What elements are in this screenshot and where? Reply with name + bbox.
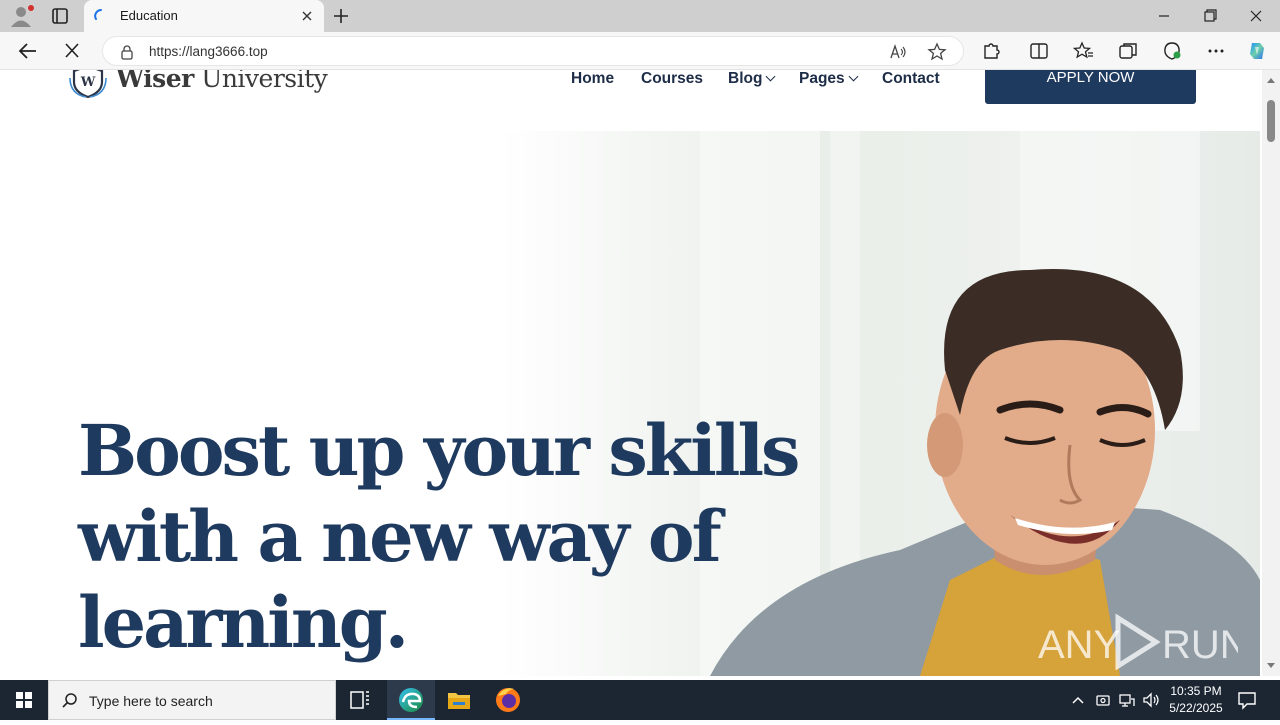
back-icon[interactable] <box>16 40 40 62</box>
browser-essentials-icon[interactable] <box>1160 40 1184 62</box>
anyrun-watermark: ANY RUN <box>1038 613 1238 670</box>
watermark-left-text: ANY <box>1038 623 1120 667</box>
browser-toolbar: https://lang3666.top <box>0 32 1280 70</box>
scroll-thumb[interactable] <box>1267 100 1275 142</box>
restore-icon[interactable] <box>1190 4 1230 28</box>
scroll-down-icon[interactable] <box>1267 663 1275 668</box>
page-viewport[interactable]: W Wiser University Home Courses Blog Pag… <box>0 70 1280 676</box>
headline-line: with a new way of <box>78 495 722 578</box>
clock-date: 5/22/2025 <box>1169 701 1223 715</box>
read-aloud-icon[interactable] <box>889 43 907 61</box>
copilot-icon[interactable] <box>1245 40 1269 62</box>
stop-loading-icon[interactable] <box>60 40 84 62</box>
nav-blog[interactable]: Blog <box>728 70 776 90</box>
profile-icon[interactable] <box>8 4 36 28</box>
chevron-down-icon <box>848 71 859 82</box>
network-icon[interactable] <box>1117 690 1137 710</box>
show-hidden-icons-icon[interactable] <box>1068 690 1088 710</box>
windows-start-icon[interactable] <box>0 680 48 720</box>
hero-headline: Boost up your skills with a new way of l… <box>78 408 800 666</box>
split-screen-icon[interactable] <box>1027 40 1051 62</box>
system-clock[interactable]: 10:35 PM 5/22/2025 <box>1160 683 1232 717</box>
collections-icon[interactable] <box>1116 40 1140 62</box>
edge-icon <box>399 688 423 712</box>
new-tab-icon[interactable] <box>330 5 352 27</box>
firefox-icon[interactable] <box>484 680 532 720</box>
nav-pages[interactable]: Pages <box>799 70 859 90</box>
university-crest-icon: W <box>69 70 107 98</box>
headline-line: Boost up your skills <box>78 409 800 492</box>
scroll-up-icon[interactable] <box>1267 78 1275 83</box>
minimize-icon[interactable] <box>1144 4 1184 28</box>
tab-title: Education <box>120 8 178 23</box>
notifications-icon[interactable] <box>1236 689 1258 711</box>
volume-icon[interactable] <box>1141 690 1161 710</box>
page-scrollbar[interactable] <box>1262 70 1280 676</box>
browser-tab-bar: Education <box>0 0 1280 32</box>
chevron-down-icon <box>765 71 776 82</box>
watermark-right-text: RUN <box>1162 623 1238 667</box>
taskbar-edge[interactable] <box>387 680 435 720</box>
favorites-icon[interactable] <box>1071 40 1095 62</box>
headline-line: learning. <box>78 581 409 664</box>
file-explorer-icon[interactable] <box>435 680 483 720</box>
lock-icon[interactable] <box>119 44 135 60</box>
windows-taskbar: Type here to search 10:35 PM 5/22/2025 <box>0 680 1280 720</box>
clock-time: 10:35 PM <box>1170 684 1222 698</box>
search-placeholder: Type here to search <box>89 693 213 709</box>
search-icon <box>62 693 77 708</box>
favorite-star-icon[interactable] <box>927 42 947 62</box>
svg-text:W: W <box>80 75 96 90</box>
loading-spinner-icon <box>94 9 102 20</box>
task-view-icon[interactable] <box>336 680 384 720</box>
apply-now-button[interactable]: APPLY NOW <box>985 70 1196 104</box>
close-tab-icon[interactable] <box>300 9 314 23</box>
active-tab[interactable]: Education <box>84 0 324 32</box>
meet-now-icon[interactable] <box>1093 690 1113 710</box>
close-window-icon[interactable] <box>1236 4 1276 28</box>
url-text[interactable]: https://lang3666.top <box>149 44 268 59</box>
logo-text: Wiser University <box>116 70 328 93</box>
tab-actions-icon[interactable] <box>48 5 72 27</box>
nav-courses[interactable]: Courses <box>641 70 703 90</box>
extensions-icon[interactable] <box>979 40 1003 62</box>
more-options-icon[interactable] <box>1204 40 1228 62</box>
nav-contact[interactable]: Contact <box>882 70 940 90</box>
taskbar-search-box[interactable]: Type here to search <box>48 680 336 720</box>
site-logo[interactable]: W Wiser University <box>68 70 328 100</box>
address-bar[interactable]: https://lang3666.top <box>102 36 964 66</box>
nav-home[interactable]: Home <box>571 70 614 90</box>
